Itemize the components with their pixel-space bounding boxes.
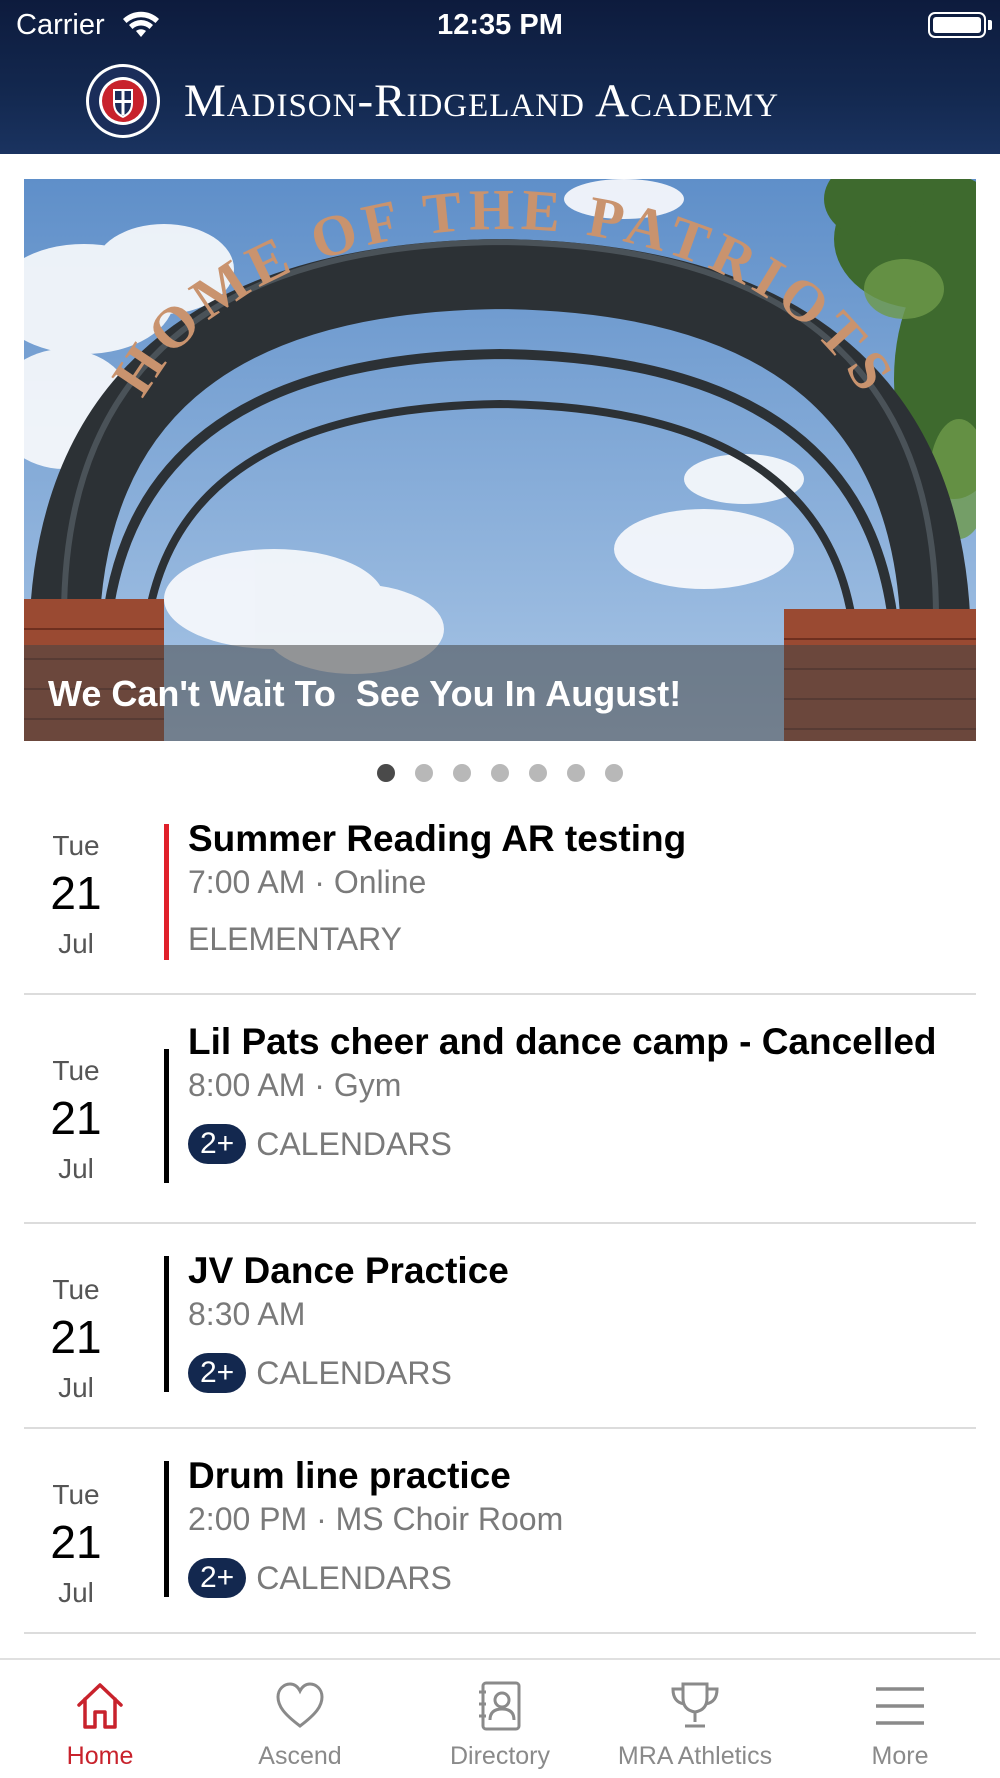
event-time-location: 7:00 AM · Online [188, 864, 427, 900]
event-time-location: 8:30 AM [188, 1296, 306, 1332]
event-calendar: 2+ CALENDARS [188, 1558, 966, 1598]
tab-more[interactable]: More [820, 1660, 980, 1778]
news-carousel[interactable]: HOME OF THE PATRIOTS We Can't Wait To Se… [24, 179, 976, 741]
event-title: Lil Pats cheer and dance camp - Cancelle… [188, 1021, 937, 1062]
event-title: Drum line practice [188, 1455, 511, 1496]
event-title: Summer Reading AR testing [188, 818, 687, 859]
trophy-icon [671, 1682, 719, 1728]
event-weekday: Tue [52, 1479, 100, 1510]
event-month: Jul [58, 1153, 94, 1184]
event-month: Jul [58, 1577, 94, 1608]
app-header: Carrier 12:35 PM Madison-Ridgeland Acade… [0, 0, 1000, 154]
event-month: Jul [58, 928, 94, 959]
event-weekday: Tue [52, 830, 100, 861]
brand-bar: Madison-Ridgeland Academy [0, 58, 1000, 144]
calendar-count-badge: 2+ [188, 1124, 247, 1164]
event-date: Tue 21 Jul [24, 1274, 128, 1404]
event-item[interactable]: Tue 21 Jul Summer Reading AR testing 7:0… [24, 800, 976, 995]
tab-label: MRA Athletics [617, 1742, 773, 1770]
event-calendar-color-bar [164, 824, 169, 960]
carousel-pagination[interactable] [0, 764, 1000, 786]
event-date: Tue 21 Jul [24, 830, 128, 960]
event-calendar-label: CALENDARS [256, 1559, 452, 1596]
carousel-dot[interactable] [491, 764, 509, 782]
tab-directory[interactable]: Directory [420, 1660, 580, 1778]
tab-ascend[interactable]: Ascend [220, 1660, 380, 1778]
carousel-dot[interactable] [567, 764, 585, 782]
event-time-location: 8:00 AM · Gym [188, 1067, 402, 1103]
carousel-dot[interactable] [605, 764, 623, 782]
status-bar: Carrier 12:35 PM [0, 0, 1000, 50]
event-calendar-label: CALENDARS [256, 1125, 452, 1162]
event-calendar-label: ELEMENTARY [188, 921, 402, 957]
event-calendar: 2+ CALENDARS [188, 1353, 966, 1393]
bottom-tab-bar: Home Ascend Directory MRA Athletics More [0, 1658, 1000, 1778]
carousel-dot[interactable] [415, 764, 433, 782]
menu-icon [876, 1687, 924, 1725]
carousel-caption-bar: We Can't Wait To See You In August! [24, 645, 976, 741]
tab-label: Directory [449, 1742, 550, 1770]
event-title: JV Dance Practice [188, 1250, 509, 1291]
carousel-dot[interactable] [529, 764, 547, 782]
event-calendar-color-bar [164, 1049, 169, 1183]
contacts-icon [479, 1681, 521, 1731]
event-calendar-color-bar [164, 1256, 169, 1392]
event-details: JV Dance Practice 8:30 AM 2+ CALENDARS [188, 1248, 966, 1393]
school-name-title: Madison-Ridgeland Academy [184, 75, 780, 127]
event-time-location: 2:00 PM · MS Choir Room [188, 1501, 564, 1537]
tab-home[interactable]: Home [20, 1660, 180, 1778]
home-icon [77, 1683, 123, 1729]
event-day: 21 [50, 867, 102, 919]
event-weekday: Tue [52, 1055, 100, 1086]
tab-mra-athletics[interactable]: MRA Athletics [600, 1660, 790, 1778]
event-calendar-label: CALENDARS [256, 1354, 452, 1391]
tab-label: Ascend [258, 1742, 342, 1770]
event-day: 21 [50, 1516, 102, 1568]
calendar-count-badge: 2+ [188, 1558, 247, 1598]
event-calendar: 2+ CALENDARS [188, 1124, 966, 1164]
event-item[interactable]: Tue 21 Jul Drum line practice 2:00 PM · … [24, 1429, 976, 1634]
event-item[interactable]: Tue 21 Jul JV Dance Practice 8:30 AM 2+ … [24, 1224, 976, 1429]
heart-icon [276, 1682, 324, 1728]
event-calendar: ELEMENTARY [188, 921, 966, 958]
carousel-dot[interactable] [453, 764, 471, 782]
event-day: 21 [50, 1092, 102, 1144]
calendar-count-badge: 2+ [188, 1353, 247, 1393]
event-day: 21 [50, 1311, 102, 1363]
event-month: Jul [58, 1372, 94, 1403]
carousel-dot[interactable] [377, 764, 395, 782]
tab-label: More [871, 1742, 929, 1770]
events-list: Tue 21 Jul Summer Reading AR testing 7:0… [24, 800, 976, 1634]
battery-icon [928, 12, 986, 38]
clock: 12:35 PM [437, 9, 563, 41]
event-details: Drum line practice 2:00 PM · MS Choir Ro… [188, 1453, 966, 1598]
tab-label: Home [66, 1742, 134, 1770]
school-seal-logo [86, 64, 160, 138]
event-calendar-color-bar [164, 1461, 169, 1597]
event-details: Lil Pats cheer and dance camp - Cancelle… [188, 1019, 966, 1164]
event-weekday: Tue [52, 1274, 100, 1305]
event-date: Tue 21 Jul [24, 1055, 128, 1185]
event-date: Tue 21 Jul [24, 1479, 128, 1609]
carousel-caption: We Can't Wait To See You In August! [48, 673, 682, 714]
event-item[interactable]: Tue 21 Jul Lil Pats cheer and dance camp… [24, 995, 976, 1224]
event-details: Summer Reading AR testing 7:00 AM · Onli… [188, 816, 966, 958]
